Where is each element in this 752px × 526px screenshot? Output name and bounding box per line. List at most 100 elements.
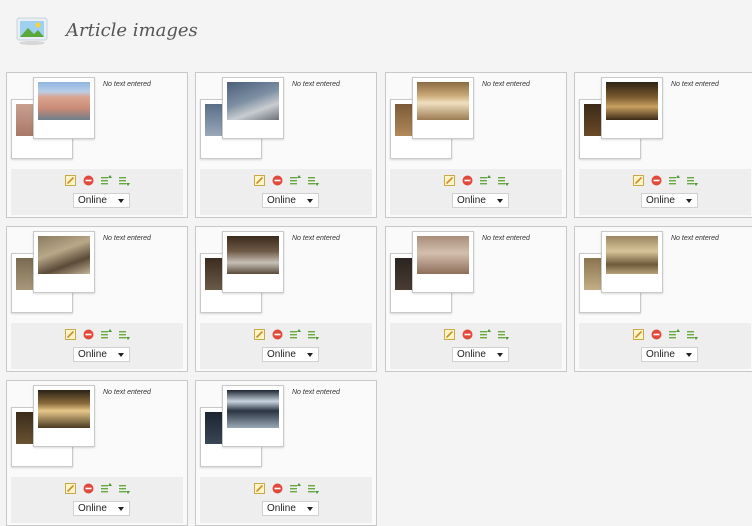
- move-up-icon[interactable]: [100, 329, 112, 340]
- delete-icon[interactable]: [462, 175, 473, 186]
- move-down-icon[interactable]: [118, 175, 130, 186]
- image-caption: No text entered: [482, 235, 530, 242]
- delete-icon[interactable]: [272, 329, 283, 340]
- image-card: No text entered Online: [6, 72, 188, 218]
- action-icons: [11, 329, 183, 341]
- status-select[interactable]: Online: [641, 347, 698, 362]
- edit-icon[interactable]: [632, 175, 644, 186]
- image-caption: No text entered: [292, 389, 340, 396]
- status-select[interactable]: Online: [73, 501, 130, 516]
- move-up-icon[interactable]: [289, 483, 301, 494]
- image-grid: No text entered Online No text entered Onli…: [0, 0, 752, 526]
- status-select[interactable]: Online: [452, 193, 509, 208]
- image-caption: No text entered: [103, 81, 151, 88]
- edit-icon[interactable]: [443, 329, 455, 340]
- edit-icon[interactable]: [64, 175, 76, 186]
- move-down-icon[interactable]: [686, 329, 698, 340]
- image-card: No text entered Online: [195, 72, 377, 218]
- status-select-value: Online: [267, 503, 296, 514]
- image-caption: No text entered: [292, 81, 340, 88]
- chevron-down-icon: [686, 199, 692, 203]
- status-select[interactable]: Online: [73, 193, 130, 208]
- image-thumbnail[interactable]: [33, 77, 95, 139]
- image-actions-bar: Online: [200, 323, 372, 369]
- image-thumbnail[interactable]: [601, 77, 663, 139]
- delete-icon[interactable]: [83, 483, 94, 494]
- image-card: No text entered Online: [195, 380, 377, 526]
- edit-icon[interactable]: [64, 483, 76, 494]
- chevron-down-icon: [497, 199, 503, 203]
- move-up-icon[interactable]: [100, 175, 112, 186]
- move-up-icon[interactable]: [479, 175, 491, 186]
- move-up-icon[interactable]: [289, 329, 301, 340]
- move-down-icon[interactable]: [118, 483, 130, 494]
- delete-icon[interactable]: [272, 483, 283, 494]
- image-thumbnail[interactable]: [601, 231, 663, 293]
- delete-icon[interactable]: [462, 329, 473, 340]
- status-select[interactable]: Online: [262, 193, 319, 208]
- image-thumbnail[interactable]: [222, 231, 284, 293]
- delete-icon[interactable]: [83, 175, 94, 186]
- action-icons: [200, 175, 372, 187]
- chevron-down-icon: [307, 199, 313, 203]
- image-actions-bar: Online: [11, 169, 183, 215]
- image-caption: No text entered: [671, 81, 719, 88]
- move-down-icon[interactable]: [307, 329, 319, 340]
- status-select-value: Online: [78, 195, 107, 206]
- image-actions-bar: Online: [200, 169, 372, 215]
- delete-icon[interactable]: [272, 175, 283, 186]
- chevron-down-icon: [118, 353, 124, 357]
- move-down-icon[interactable]: [497, 175, 509, 186]
- delete-icon[interactable]: [651, 329, 662, 340]
- chevron-down-icon: [307, 507, 313, 511]
- image-caption: No text entered: [482, 81, 530, 88]
- image-actions-bar: Online: [11, 477, 183, 523]
- chevron-down-icon: [497, 353, 503, 357]
- move-down-icon[interactable]: [497, 329, 509, 340]
- action-icons: [200, 329, 372, 341]
- action-icons: [11, 483, 183, 495]
- image-caption: No text entered: [103, 389, 151, 396]
- image-actions-bar: Online: [579, 169, 751, 215]
- edit-icon[interactable]: [253, 329, 265, 340]
- image-card: No text entered Online: [385, 72, 567, 218]
- chevron-down-icon: [118, 199, 124, 203]
- edit-icon[interactable]: [64, 329, 76, 340]
- status-select-value: Online: [267, 195, 296, 206]
- edit-icon[interactable]: [253, 483, 265, 494]
- move-down-icon[interactable]: [686, 175, 698, 186]
- move-up-icon[interactable]: [668, 175, 680, 186]
- image-actions-bar: Online: [390, 323, 562, 369]
- status-select[interactable]: Online: [73, 347, 130, 362]
- image-actions-bar: Online: [200, 477, 372, 523]
- move-down-icon[interactable]: [307, 483, 319, 494]
- action-icons: [200, 483, 372, 495]
- move-up-icon[interactable]: [479, 329, 491, 340]
- image-thumbnail[interactable]: [412, 231, 474, 293]
- status-select[interactable]: Online: [452, 347, 509, 362]
- status-select[interactable]: Online: [641, 193, 698, 208]
- status-select[interactable]: Online: [262, 501, 319, 516]
- delete-icon[interactable]: [651, 175, 662, 186]
- edit-icon[interactable]: [632, 329, 644, 340]
- action-icons: [579, 329, 751, 341]
- move-up-icon[interactable]: [100, 483, 112, 494]
- move-down-icon[interactable]: [118, 329, 130, 340]
- image-card: No text entered Online: [6, 226, 188, 372]
- move-up-icon[interactable]: [668, 329, 680, 340]
- move-up-icon[interactable]: [289, 175, 301, 186]
- image-thumbnail[interactable]: [222, 385, 284, 447]
- status-select[interactable]: Online: [262, 347, 319, 362]
- image-thumbnail[interactable]: [412, 77, 474, 139]
- action-icons: [11, 175, 183, 187]
- action-icons: [390, 329, 562, 341]
- image-thumbnail[interactable]: [33, 385, 95, 447]
- image-card: No text entered Online: [385, 226, 567, 372]
- edit-icon[interactable]: [253, 175, 265, 186]
- image-thumbnail[interactable]: [222, 77, 284, 139]
- image-thumbnail[interactable]: [33, 231, 95, 293]
- delete-icon[interactable]: [83, 329, 94, 340]
- move-down-icon[interactable]: [307, 175, 319, 186]
- edit-icon[interactable]: [443, 175, 455, 186]
- image-actions-bar: Online: [579, 323, 751, 369]
